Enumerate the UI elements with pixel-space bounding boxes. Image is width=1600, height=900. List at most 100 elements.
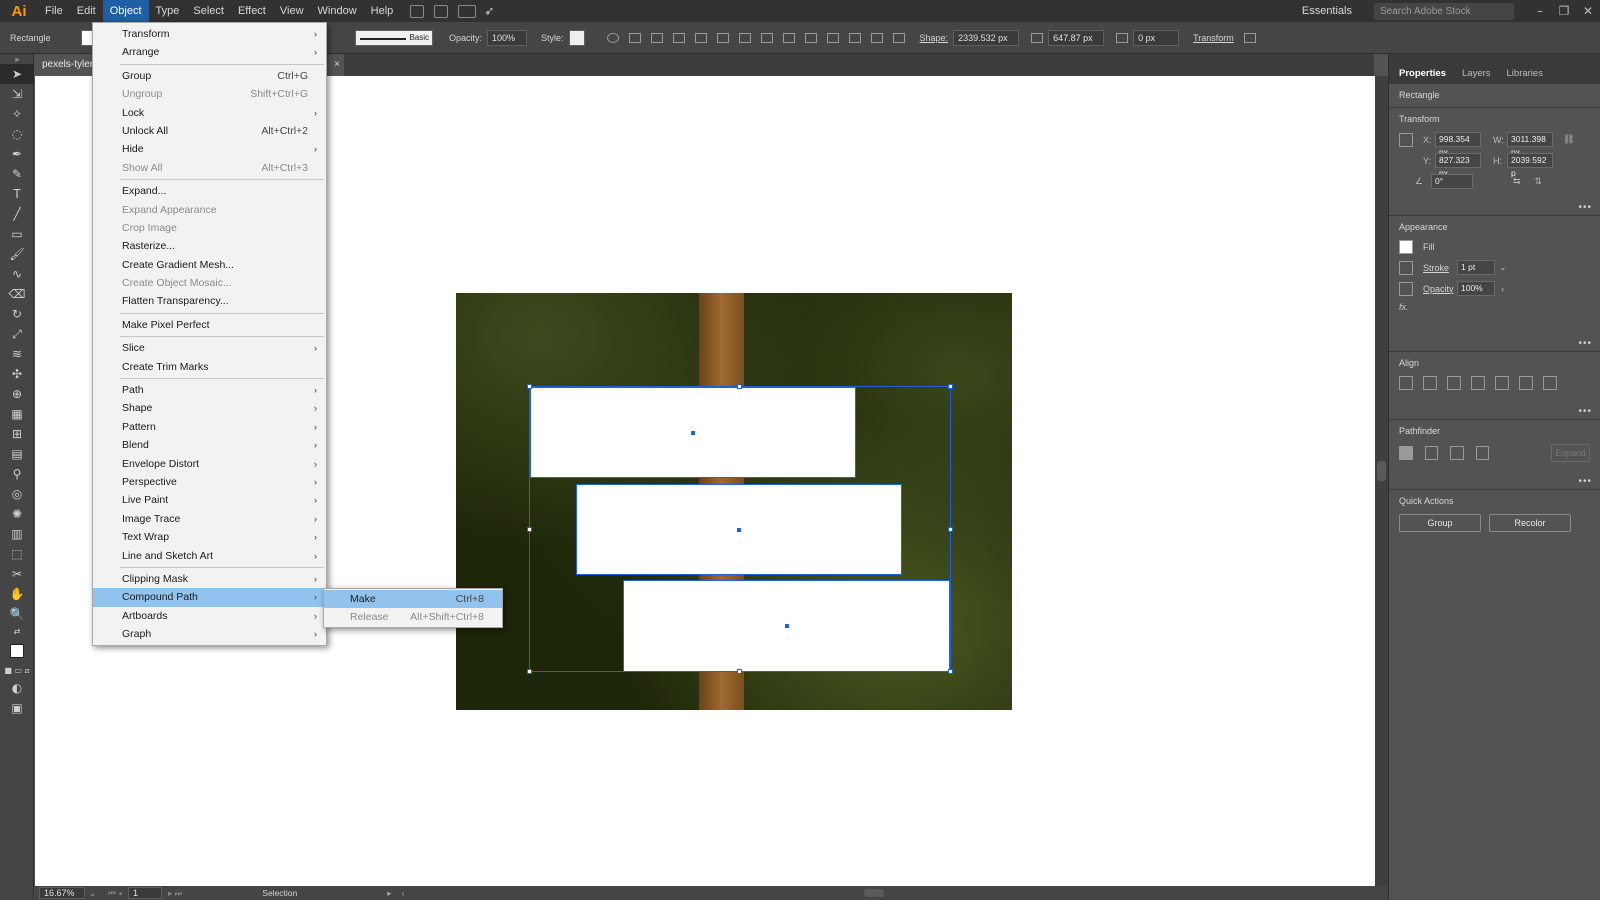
stroke-color-swatch[interactable] (1399, 260, 1413, 275)
distribute-middle-icon[interactable] (804, 32, 817, 43)
flip-vertical-icon[interactable]: ⇅ (1535, 176, 1543, 187)
artboard-nav-prev-icon[interactable]: ⏮ ◂ (108, 888, 122, 899)
symbol-sprayer-tool-icon[interactable]: ✺ (0, 504, 34, 524)
horizontal-scroll-thumb[interactable] (864, 889, 885, 897)
bridge-icon[interactable] (410, 4, 425, 18)
perspective-grid-tool-icon[interactable]: ▦ (0, 404, 34, 424)
effects-button[interactable]: fx. (1399, 302, 1409, 312)
horizontal-align-center-icon[interactable] (1447, 376, 1461, 390)
menu-help[interactable]: Help (364, 0, 401, 22)
eyedropper-tool-icon[interactable]: ⚲ (0, 464, 34, 484)
menu-view[interactable]: View (273, 0, 311, 22)
menu-item-expand-appearance[interactable]: Expand Appearance (93, 201, 326, 219)
shape-builder-tool-icon[interactable]: ⊕ (0, 384, 34, 404)
menu-item-perspective[interactable]: Perspective › (93, 473, 326, 491)
menu-item-live-paint[interactable]: Live Paint › (93, 491, 326, 509)
panel-collapse-bar[interactable] (1389, 54, 1600, 62)
status-menu-icon[interactable]: ▸ (387, 888, 391, 899)
fill-color-swatch[interactable] (1399, 240, 1413, 254)
reference-point-icon[interactable] (1399, 132, 1413, 147)
expand-button[interactable]: Expand (1551, 444, 1590, 462)
menu-edit[interactable]: Edit (70, 0, 103, 22)
align-bottom-icon[interactable] (760, 32, 773, 43)
menu-item-unlock-all[interactable]: Unlock All Alt+Ctrl+2 (93, 122, 326, 140)
shape-label[interactable]: Shape: (920, 33, 949, 43)
menu-item-hide[interactable]: Hide › (93, 140, 326, 158)
distribute-center-icon[interactable] (870, 32, 883, 43)
rotate-tool-icon[interactable]: ↻ (0, 304, 34, 324)
constrain-link-icon[interactable] (1031, 32, 1044, 43)
more-options-icon[interactable]: ••• (1578, 406, 1592, 417)
transform-options-icon[interactable] (1243, 32, 1256, 43)
rectangle-middle[interactable] (576, 484, 902, 575)
opacity-arrow-icon[interactable]: › (1501, 284, 1504, 294)
artboard-number-field[interactable]: 1 (128, 887, 162, 899)
tab-properties[interactable]: Properties (1399, 68, 1446, 79)
horizontal-align-left-icon[interactable] (1423, 376, 1437, 390)
opacity-field[interactable]: 100% (487, 29, 528, 46)
opacity-panel-label[interactable]: Opacity (1423, 284, 1457, 294)
shape-height-field[interactable]: 647.87 px (1048, 29, 1105, 46)
menu-item-lock[interactable]: Lock › (93, 104, 326, 122)
recolor-button[interactable]: Recolor (1489, 514, 1571, 532)
menu-window[interactable]: Window (311, 0, 364, 22)
menu-item-clipping-mask[interactable]: Clipping Mask › (93, 570, 326, 588)
distribute-left-icon[interactable] (848, 32, 861, 43)
menu-select[interactable]: Select (186, 0, 231, 22)
menu-item-compound-path[interactable]: Compound Path › (93, 588, 326, 607)
menu-item-envelope-distort[interactable]: Envelope Distort › (93, 455, 326, 473)
color-mode-icon[interactable]: ■ ▭ ⧄ (0, 664, 34, 678)
selection-tool-icon[interactable]: ➤ (0, 64, 34, 84)
direct-selection-tool-icon[interactable]: ⇲ (0, 84, 34, 104)
shape-width-field[interactable]: 2339.532 px (953, 29, 1020, 46)
search-stock-input[interactable]: Search Adobe Stock (1374, 2, 1514, 20)
rectangle-top[interactable] (530, 387, 856, 478)
artboard-nav-next-icon[interactable]: ▸ ⏭ (168, 888, 182, 899)
vertical-scrollbar[interactable] (1375, 76, 1388, 886)
stroke-label[interactable]: Stroke (1423, 263, 1457, 273)
type-tool-icon[interactable]: T (0, 184, 34, 204)
gpu-performance-icon[interactable]: ➶ (484, 4, 494, 18)
slice-tool-icon[interactable]: ✂ (0, 564, 34, 584)
workspace-switcher[interactable]: Essentials (1302, 5, 1352, 17)
distribute-top-icon[interactable] (782, 32, 795, 43)
column-graph-tool-icon[interactable]: ▥ (0, 524, 34, 544)
minus-front-icon[interactable] (1424, 446, 1439, 460)
shaper-tool-icon[interactable]: ∿ (0, 264, 34, 284)
rectangle-tool-icon[interactable]: ▭ (0, 224, 34, 244)
more-options-icon[interactable]: ••• (1578, 476, 1592, 487)
menu-effect[interactable]: Effect (231, 0, 273, 22)
artboard-tool-icon[interactable]: ⬚ (0, 544, 34, 564)
menu-item-show-all[interactable]: Show All Alt+Ctrl+3 (93, 159, 326, 177)
corner-radius-field[interactable]: 0 px (1133, 29, 1180, 46)
lasso-tool-icon[interactable]: ◌ (0, 124, 34, 144)
flip-horizontal-icon[interactable]: ⇆ (1513, 176, 1521, 187)
distribute-bottom-icon[interactable] (826, 32, 839, 43)
draw-mode-icon[interactable]: ◐ (0, 678, 34, 698)
mesh-tool-icon[interactable]: ⊞ (0, 424, 34, 444)
scale-tool-icon[interactable]: ⤢ (0, 324, 34, 344)
scrollbar-thumb[interactable] (1377, 461, 1386, 481)
gradient-tool-icon[interactable]: ▤ (0, 444, 34, 464)
screen-mode-icon[interactable]: ▣ (0, 698, 34, 718)
menu-item-transform[interactable]: Transform › (93, 25, 326, 43)
stock-icon[interactable] (434, 4, 449, 18)
intersect-icon[interactable] (1450, 446, 1464, 460)
menu-item-path[interactable]: Path › (93, 381, 326, 399)
rectangle-bottom[interactable] (623, 580, 950, 672)
menu-item-text-wrap[interactable]: Text Wrap › (93, 528, 326, 546)
group-button[interactable]: Group (1399, 514, 1481, 532)
distribute-right-icon[interactable] (892, 32, 905, 43)
hand-tool-icon[interactable]: ✋ (0, 584, 34, 604)
swap-fill-stroke-icon[interactable]: ⇄ (0, 624, 34, 638)
stroke-profile[interactable]: Basic (355, 29, 433, 46)
align-to-icon[interactable] (628, 32, 641, 43)
align-to-selection-icon[interactable] (1399, 376, 1413, 390)
menu-item-line-and-sketch-art[interactable]: Line and Sketch Art › (93, 547, 326, 565)
menu-item-shape[interactable]: Shape › (93, 399, 326, 417)
vertical-align-center-icon[interactable] (1519, 376, 1533, 390)
menu-item-group[interactable]: Group Ctrl+G (93, 67, 326, 85)
restore-icon[interactable]: ❐ (1552, 4, 1576, 18)
magic-wand-tool-icon[interactable]: ✧ (0, 104, 34, 124)
minimize-icon[interactable]: – (1528, 4, 1552, 18)
